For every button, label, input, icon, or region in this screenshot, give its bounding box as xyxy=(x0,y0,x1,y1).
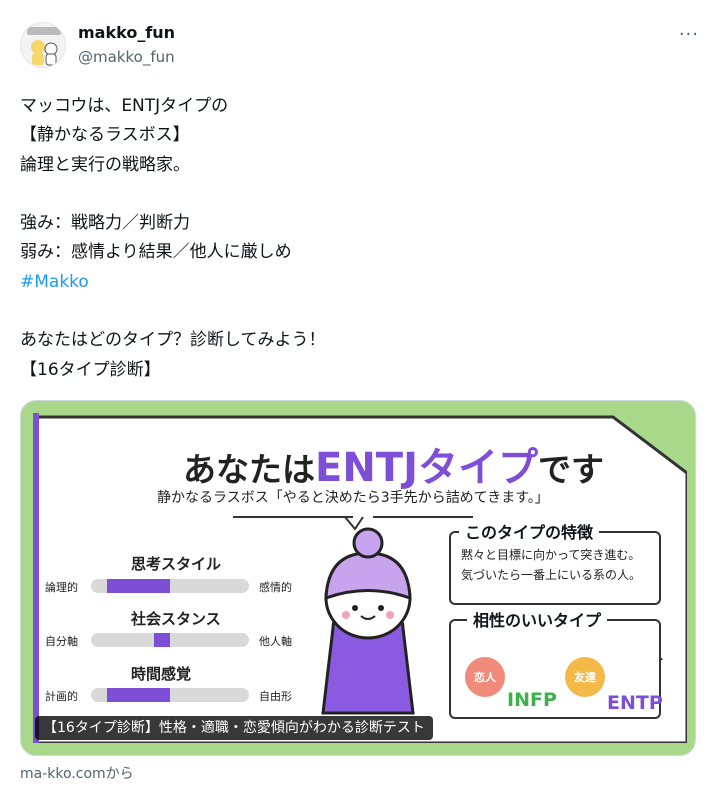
makko-avatar-icon[interactable] xyxy=(20,22,66,68)
stat-bar xyxy=(91,579,249,593)
link-source[interactable]: ma-kko.comから xyxy=(20,763,134,783)
stat-right-label: 他人軸 xyxy=(259,635,292,648)
tweet-line: あなたはどのタイプ？診断してみよう！ xyxy=(20,330,326,351)
card-title-post: です xyxy=(537,450,604,489)
card-caption: 【16タイプ診断】性格・適職・恋愛傾向がわかる診断テスト xyxy=(35,716,433,740)
compat-type-entp: ENTP xyxy=(607,692,663,714)
stat-bar-fill xyxy=(106,688,170,702)
stat-left-label: 論理的 xyxy=(45,581,78,594)
stat-bar xyxy=(91,633,249,647)
tweet-line: 弱み：感情より結果／他人に厳しめ xyxy=(20,242,292,263)
more-options-icon[interactable]: ··· xyxy=(679,24,699,45)
feature-line: 黙々と目標に向かって突き進む。 xyxy=(461,548,641,562)
tweet-text: マッコウは、ENTJタイプの 【静かなるラスボス】 論理と実行の戦略家。 強み：… xyxy=(20,92,680,385)
lover-badge: 恋人 xyxy=(465,657,505,697)
user-handle[interactable]: @makko_fun xyxy=(78,48,175,66)
tweet-line xyxy=(20,297,680,326)
card-title: あなたはENTJタイプです xyxy=(183,435,604,493)
tweet-line: 論理と実行の戦略家。 xyxy=(20,154,190,175)
stat-left-label: 計画的 xyxy=(45,690,78,703)
stat-bar-fill xyxy=(154,633,170,647)
tweet-line: 【静かなるラスボス】 xyxy=(20,125,190,146)
tweet-line: 【16タイプ診断】 xyxy=(20,359,161,380)
tweet-line xyxy=(20,180,680,209)
compat-type-infp: INFP xyxy=(507,689,557,711)
stat-heading-time: 時間感覚 xyxy=(131,665,192,683)
hashtag-link[interactable]: #Makko xyxy=(20,272,89,292)
stat-heading-social: 社会スタンス xyxy=(131,610,221,628)
friend-badge: 友達 xyxy=(565,657,605,697)
feature-title: このタイプの特徴 xyxy=(459,519,600,543)
link-card[interactable]: あなたはENTJタイプです 静かなるラスボス「やると決めたら3手先から詰めてきま… xyxy=(20,400,696,756)
tweet-line: マッコウは、ENTJタイプの xyxy=(20,96,229,116)
feature-line: 気づいたら一番上にいる系の人。 xyxy=(461,568,642,582)
tweet: makko_fun @makko_fun ··· マッコウは、ENTJタイプの … xyxy=(0,0,717,786)
stat-bar-fill xyxy=(106,579,170,593)
tweet-line: 強み：戦略力／判断力 xyxy=(20,213,190,234)
card-title-type: ENTJタイプ xyxy=(315,445,538,491)
display-name[interactable]: makko_fun xyxy=(78,23,175,42)
stat-right-label: 感情的 xyxy=(259,581,292,594)
stat-bar xyxy=(91,688,249,702)
card-title-pre: あなたは xyxy=(183,450,315,489)
card-subtitle: 静かなるラスボス「やると決めたら3手先から詰めてきます。」 xyxy=(157,490,549,506)
stat-right-label: 自由形 xyxy=(259,690,292,703)
stat-left-label: 自分軸 xyxy=(45,635,78,648)
stat-heading-thinking: 思考スタイル xyxy=(131,555,222,573)
feature-text: 黙々と目標に向かって突き進む。 気づいたら一番上にいる系の人。 xyxy=(461,545,641,585)
compat-title: 相性のいいタイプ xyxy=(467,607,608,631)
